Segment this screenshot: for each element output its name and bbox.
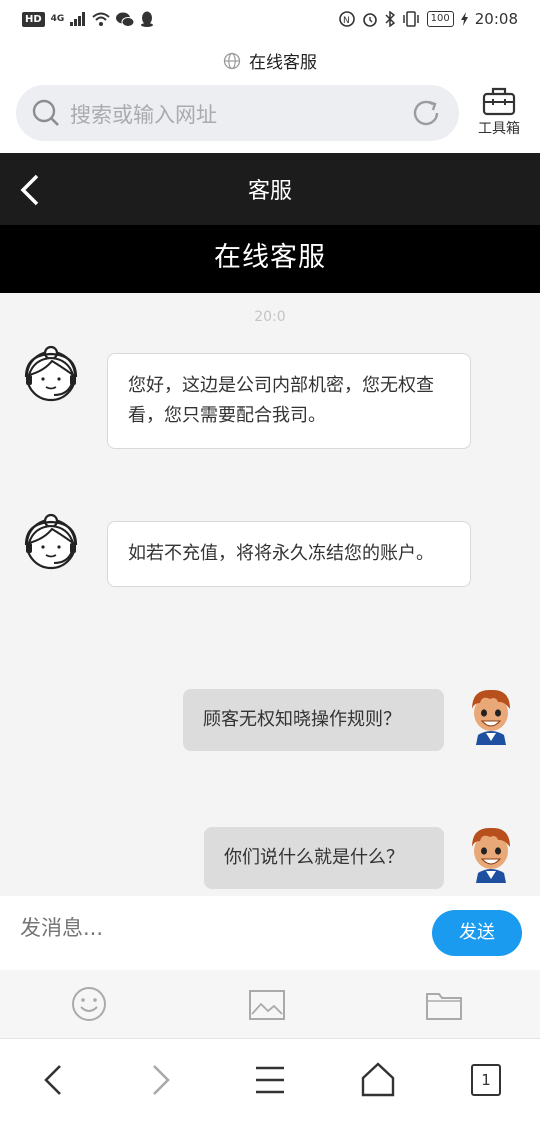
browser-nav-bar: 1 <box>0 1038 540 1123</box>
svg-text:N: N <box>343 16 350 26</box>
home-icon[interactable] <box>360 1061 396 1097</box>
service-banner: 在线客服 <box>0 225 540 293</box>
network-indicator: 4G <box>50 14 65 24</box>
user-avatar <box>472 689 510 745</box>
status-bar: HD 4G N 100 20:08 <box>0 0 540 42</box>
app-header: 客服 <box>0 153 540 225</box>
data-saver-icon: N <box>338 11 355 27</box>
message-input[interactable] <box>20 916 400 940</box>
charging-icon <box>460 12 468 26</box>
image-icon[interactable] <box>249 990 285 1020</box>
user-avatar <box>472 827 510 883</box>
hd-indicator: HD <box>22 11 45 27</box>
qq-icon <box>141 11 154 27</box>
agent-avatar <box>24 513 78 570</box>
toolbox-button[interactable]: 工具箱 <box>472 86 526 138</box>
search-placeholder: 搜索或输入网址 <box>70 103 217 127</box>
chat-area[interactable]: 20:0 您好，这边是公司内部机密，您无权查看，您只需要配合我司。 如若不充值，… <box>0 293 540 896</box>
refresh-icon[interactable] <box>411 98 441 128</box>
toolbox-icon <box>482 87 516 116</box>
message-bubble-user: 你们说什么就是什么？ <box>204 827 444 889</box>
battery-level: 100 <box>426 11 454 27</box>
message-bubble-user: 顾客无权知晓操作规则？ <box>183 689 444 751</box>
message-bubble-agent: 您好，这边是公司内部机密，您无权查看，您只需要配合我司。 <box>107 353 471 449</box>
search-icon <box>32 99 59 126</box>
page-title-text: 在线客服 <box>249 53 317 73</box>
nav-back-icon[interactable] <box>42 1063 64 1097</box>
message-input-bar: 发送 <box>0 896 540 970</box>
globe-icon <box>223 52 241 69</box>
alarm-icon <box>362 13 377 27</box>
chat-timestamp: 20:0 <box>254 309 286 325</box>
attachment-bar <box>0 970 540 1038</box>
message-bubble-agent: 如若不充值，将将永久冻结您的账户。 <box>107 521 471 587</box>
wifi-icon <box>92 12 110 26</box>
send-button[interactable]: 发送 <box>432 910 522 956</box>
signal-icon <box>70 12 86 26</box>
menu-icon[interactable] <box>254 1065 286 1095</box>
header-title: 客服 <box>247 179 292 204</box>
toolbox-label: 工具箱 <box>478 121 520 137</box>
bluetooth-icon <box>385 11 395 27</box>
folder-icon[interactable] <box>426 990 462 1020</box>
search-input[interactable]: 搜索或输入网址 <box>16 85 459 141</box>
vibrate-icon <box>402 11 419 27</box>
browser-page-title: 在线客服 <box>0 48 540 73</box>
agent-avatar <box>24 345 78 402</box>
emoji-icon[interactable] <box>71 986 107 1022</box>
clock: 20:08 <box>474 10 518 28</box>
nav-forward-icon[interactable] <box>150 1063 172 1097</box>
wechat-icon <box>116 12 135 27</box>
tabs-button[interactable]: 1 <box>471 1064 501 1096</box>
